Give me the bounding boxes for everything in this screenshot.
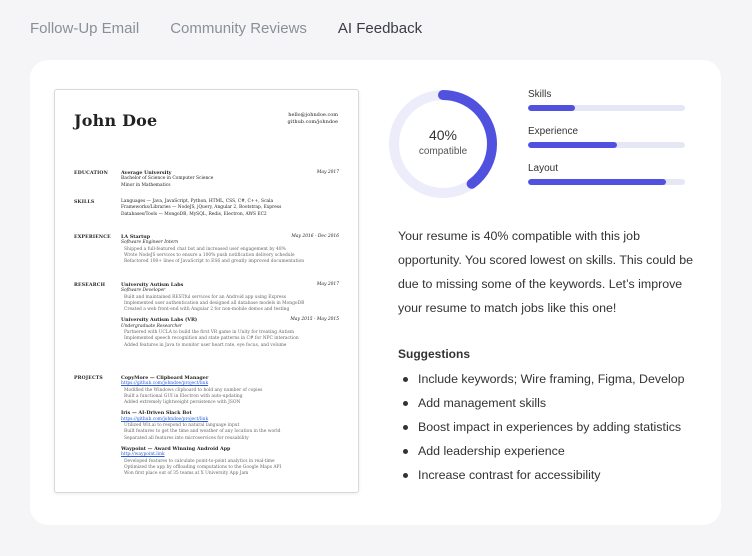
bullet-icon — [403, 448, 408, 454]
metric-track — [528, 179, 685, 185]
feedback-card: John Doe hello@johndoe.com github.com/jo… — [30, 60, 721, 525]
suggestion-item: Increase contrast for accessibility — [398, 463, 685, 487]
suggestions-list: Include keywords; Wire framing, Figma, D… — [398, 367, 685, 487]
gauge-percent: 40% — [428, 127, 458, 143]
res2-bullet: Added features in Java to monitor user h… — [124, 342, 287, 348]
metric-fill — [528, 105, 576, 111]
resume-projects-block: CopyMore — Clipboard Manager https://git… — [121, 375, 339, 477]
tab-bar: Follow-Up Email Community Reviews AI Fee… — [30, 20, 422, 37]
proj3-bullet: Won first place out of 35 teams at X Uni… — [124, 471, 249, 477]
resume-contact: hello@johndoe.com github.com/johndoe — [288, 112, 338, 126]
bullet-icon — [403, 424, 408, 430]
edu-minor: Minor in Mathematics — [121, 182, 171, 188]
metric-fill — [528, 142, 618, 148]
metric-skills: Skills — [528, 89, 685, 111]
tab-follow-up-email[interactable]: Follow-Up Email — [30, 20, 139, 37]
resume-name: John Doe — [74, 111, 158, 130]
metric-track — [528, 105, 685, 111]
res2-org: University Autism Labs (VR) — [121, 317, 198, 324]
resume-email: hello@johndoe.com — [288, 112, 338, 118]
compatibility-gauge — [389, 90, 497, 198]
feedback-summary: Your resume is 40% compatible with this … — [398, 229, 694, 315]
resume-section-education: EDUCATION — [74, 171, 109, 176]
exp-bullet: Refactored 100+ lines of JavaScript to E… — [124, 259, 305, 265]
metric-label: Layout — [528, 163, 559, 174]
skills-databases: Databases/Tools — MongoDB, MySQL, Redis,… — [121, 211, 267, 217]
res1-date: May 2017 — [316, 282, 339, 287]
metric-layout: Layout — [528, 163, 685, 185]
metric-track — [528, 142, 685, 148]
tab-ai-feedback[interactable]: AI Feedback — [338, 20, 422, 37]
tab-community-reviews[interactable]: Community Reviews — [170, 20, 307, 37]
bullet-icon — [403, 472, 408, 478]
suggestion-item: Add management skills — [398, 391, 685, 415]
resume-section-skills: SKILLS — [74, 200, 95, 205]
bullet-icon — [403, 376, 408, 382]
resume-section-projects: PROJECTS — [74, 376, 103, 381]
exp-date: May 2016 - Dec 2016 — [291, 234, 339, 239]
metric-experience: Experience — [528, 126, 685, 148]
resume-research-block: University Autism Labs May 2017 Software … — [121, 282, 339, 349]
resume-preview: John Doe hello@johndoe.com github.com/jo… — [54, 89, 359, 493]
suggestion-item: Boost impact in experiences by adding st… — [398, 415, 685, 439]
edu-date: May 2017 — [316, 170, 339, 175]
suggestion-item: Include keywords; Wire framing, Figma, D… — [398, 367, 685, 391]
resume-experience-block: LA Startup May 2016 - Dec 2016 Software E… — [121, 234, 339, 265]
resume-github: github.com/johndoe — [287, 119, 338, 125]
resume-section-experience: EXPERIENCE — [74, 235, 111, 240]
metric-label: Experience — [528, 126, 579, 137]
resume-section-research: RESEARCH — [74, 283, 106, 288]
suggestion-item: Add leadership experience — [398, 439, 685, 463]
resume-education-block: Average University May 2017 Bachelor of S… — [121, 170, 339, 189]
resume-skills-block: Languages — Java, JavaScript, Python, HT… — [121, 199, 339, 218]
metric-label: Skills — [528, 89, 552, 100]
res2-date: May 2015 - May 2015 — [290, 317, 339, 323]
suggestions-title: Suggestions — [398, 347, 471, 361]
gauge-label: compatible — [418, 146, 468, 157]
bullet-icon — [403, 400, 408, 406]
metric-fill — [528, 179, 667, 185]
